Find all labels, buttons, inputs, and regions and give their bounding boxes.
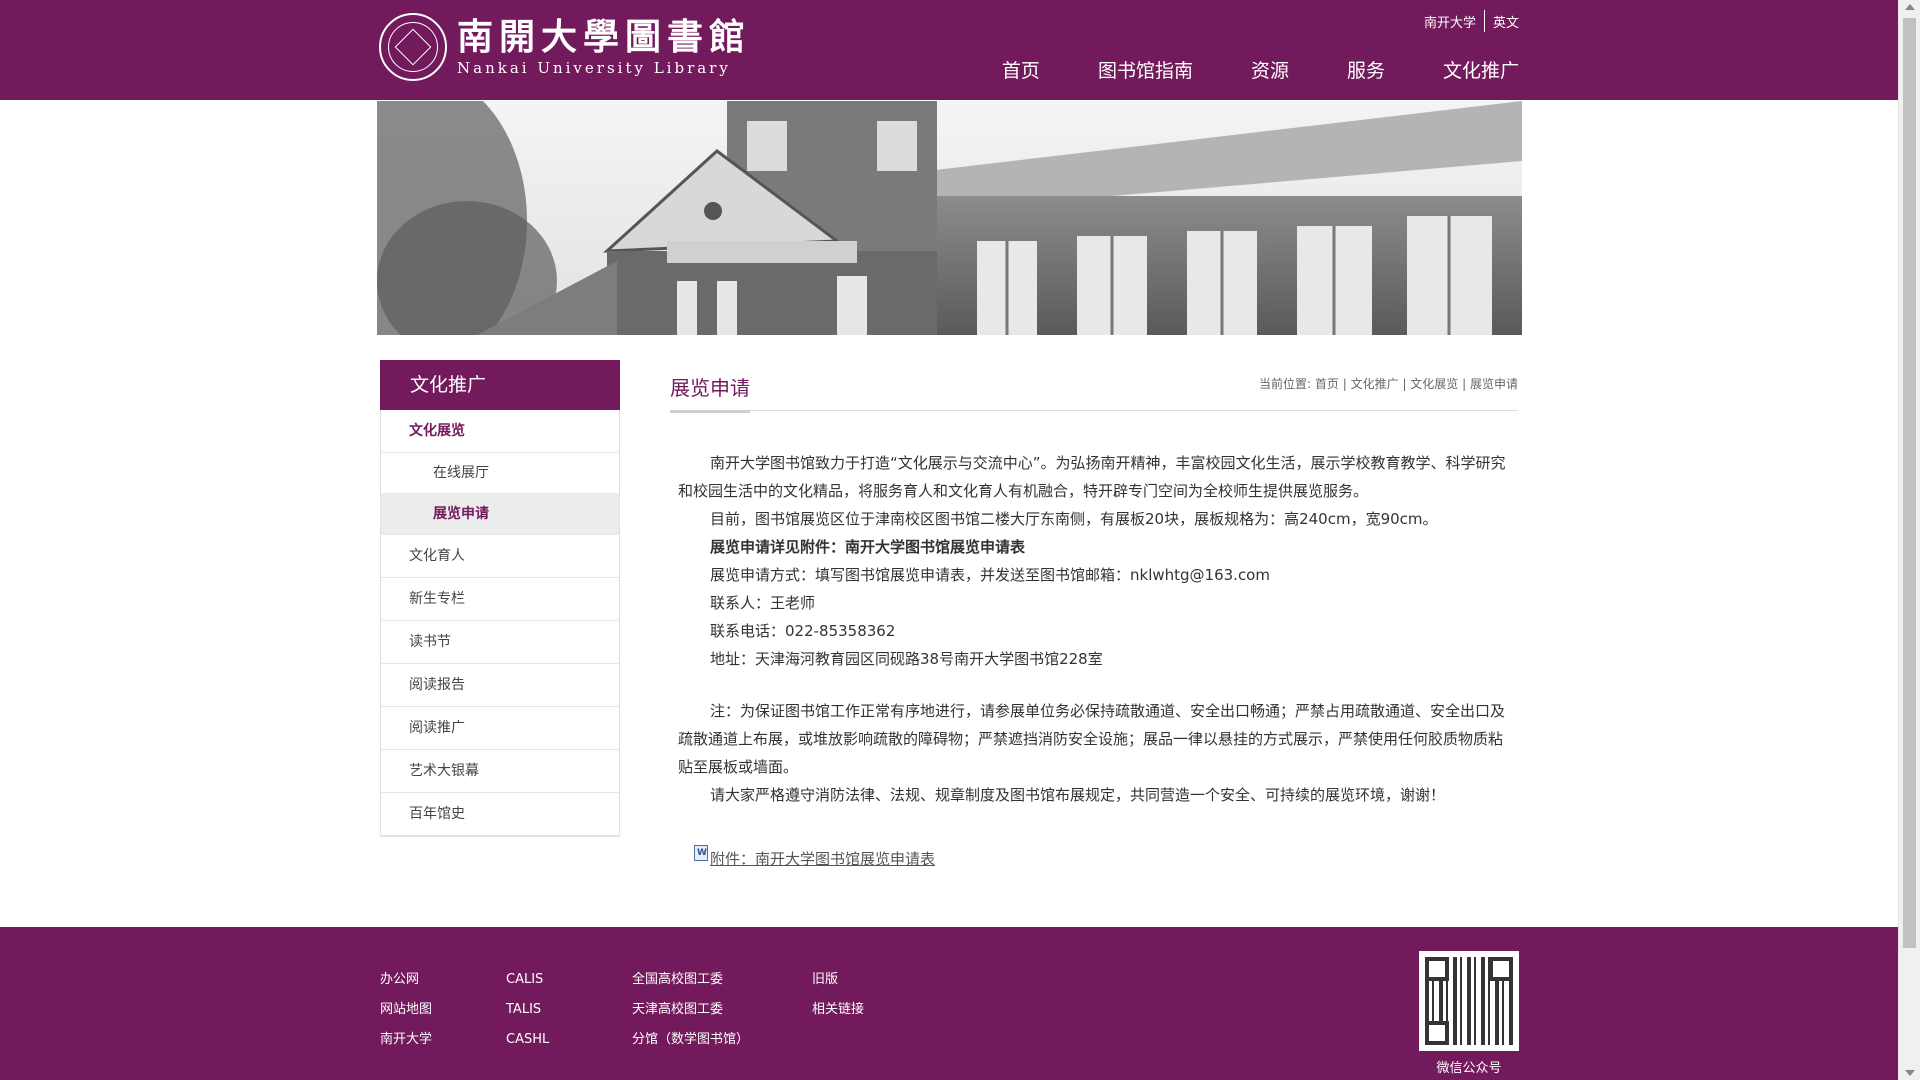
breadcrumb-current[interactable]: 展览申请 [1470,377,1518,391]
main-content: 展览申请 当前位置: 首页 | 文化推广 | 文化展览 | 展览申请 南开大学图… [670,360,1518,873]
breadcrumb-label: 当前位置: [1259,377,1312,391]
scroll-up-arrow-icon[interactable] [1905,4,1915,10]
paragraph-attachment-note: 展览申请详见附件：南开大学图书馆展览申请表 [710,538,1026,556]
page-scrollbar[interactable] [1898,0,1920,1080]
sidebar-item-reading-promotion[interactable]: 阅读推广 [381,707,619,750]
sidebar-item-reading-report[interactable]: 阅读报告 [381,664,619,707]
footer-link-nankai[interactable]: 南开大学 [380,1025,432,1055]
sidebar-sub-exhibition-application[interactable]: 展览申请 [381,494,619,535]
breadcrumb-exhibitions[interactable]: 文化展览 [1410,377,1458,391]
footer-column-2: CALIS TALIS CASHL [506,965,549,1055]
sidebar: 文化推广 文化展览 在线展厅 展览申请 文化育人 新生专栏 读书节 阅读报告 阅… [380,360,620,837]
nav-resources[interactable]: 资源 [1251,56,1289,83]
nav-services[interactable]: 服务 [1347,56,1385,83]
footer-link-old-version[interactable]: 旧版 [812,965,864,995]
attachment-link[interactable]: 附件：南开大学图书馆展览申请表 [710,845,935,873]
footer-link-related[interactable]: 相关链接 [812,995,864,1025]
sidebar-item-art-screen[interactable]: 艺术大银幕 [381,750,619,793]
paragraph-intro: 南开大学图书馆致力于打造“文化展示与交流中心”。为弘扬南开精神，丰富校园文化生活… [678,454,1506,500]
qr-caption: 微信公众号 [1436,1061,1502,1076]
breadcrumb: 当前位置: 首页 | 文化推广 | 文化展览 | 展览申请 [1259,377,1518,391]
scroll-down-arrow-icon[interactable] [1905,1070,1915,1076]
footer-link-talis[interactable]: TALIS [506,995,549,1025]
page-title: 展览申请 [670,372,750,413]
attachment: 附件：南开大学图书馆展览申请表 [694,845,1510,873]
sidebar-item-library-history[interactable]: 百年馆史 [381,793,619,836]
footer-link-math-library[interactable]: 分馆（数学图书馆） [632,1025,749,1055]
footer-column-3: 全国高校图工委 天津高校图工委 分馆（数学图书馆） [632,965,749,1055]
nankai-university-link[interactable]: 南开大学 [1424,12,1476,31]
historic-library-building-image [377,101,1522,335]
site-header: 南開大學圖書館 Nankai University Library 南开大学 英… [0,0,1899,100]
content-header: 展览申请 当前位置: 首页 | 文化推广 | 文化展览 | 展览申请 [670,360,1518,413]
footer-link-national-committee[interactable]: 全国高校图工委 [632,965,749,995]
wechat-qr-code-icon [1419,951,1519,1051]
breadcrumb-culture[interactable]: 文化推广 [1351,377,1399,391]
scroll-thumb[interactable] [1903,18,1916,948]
nav-library-guide[interactable]: 图书馆指南 [1098,56,1193,83]
logo-english-text: Nankai University Library [457,59,731,77]
top-links: 南开大学 英文 [1424,10,1519,32]
paragraph-address: 地址：天津海河教育园区同砚路38号南开大学图书馆228室 [710,650,1103,668]
university-seal-icon [379,13,447,81]
logo-chinese-text: 南開大學圖書館 [457,16,752,58]
footer-link-cashl[interactable]: CASHL [506,1025,549,1055]
site-footer: 办公网 网站地图 南开大学 CALIS TALIS CASHL 全国高校图工委 … [0,927,1899,1080]
sidebar-sub-online-hall[interactable]: 在线展厅 [381,453,619,494]
english-link[interactable]: 英文 [1493,12,1519,31]
paragraph-phone: 联系电话：022-85358362 [710,622,896,640]
sidebar-menu: 文化展览 在线展厅 展览申请 文化育人 新生专栏 读书节 阅读报告 阅读推广 艺… [380,410,620,837]
word-document-icon [694,845,708,861]
paragraph-application-method: 展览申请方式：填写图书馆展览申请表，并发送至图书馆邮箱：nklwhtg@163.… [710,566,1270,584]
footer-link-calis[interactable]: CALIS [506,965,549,995]
divider [1483,10,1485,32]
paragraph-closing: 请大家严格遵守消防法律、法规、规章制度及图书馆布展规定，共同营造一个安全、可持续… [710,786,1446,804]
sidebar-item-reading-festival[interactable]: 读书节 [381,621,619,664]
main-nav: 首页 图书馆指南 资源 服务 文化推广 [944,56,1519,83]
sidebar-title: 文化推广 [380,360,620,410]
sidebar-item-freshmen[interactable]: 新生专栏 [381,578,619,621]
footer-column-4: 旧版 相关链接 [812,965,864,1025]
footer-link-tianjin-committee[interactable]: 天津高校图工委 [632,995,749,1025]
banner-image [377,101,1522,335]
paragraph-contact-person: 联系人：王老师 [710,594,816,612]
nav-home[interactable]: 首页 [1002,56,1040,83]
paragraph-notice: 注：为保证图书馆工作正常有序地进行，请参展单位务必保持疏散通道、安全出口畅通；严… [678,702,1506,776]
site-logo[interactable]: 南開大學圖書館 Nankai University Library [379,13,751,81]
article-body: 南开大学图书馆致力于打造“文化展示与交流中心”。为弘扬南开精神，丰富校园文化生活… [670,411,1518,873]
sidebar-item-exhibitions[interactable]: 文化展览 [381,410,619,453]
nav-culture[interactable]: 文化推广 [1443,56,1519,83]
breadcrumb-home[interactable]: 首页 [1315,377,1339,391]
sidebar-item-cultural-education[interactable]: 文化育人 [381,535,619,578]
footer-link-office[interactable]: 办公网 [380,965,432,995]
footer-column-1: 办公网 网站地图 南开大学 [380,965,432,1055]
paragraph-location: 目前，图书馆展览区位于津南校区图书馆二楼大厅东南侧，有展板20块，展板规格为：高… [710,510,1438,528]
footer-link-sitemap[interactable]: 网站地图 [380,995,432,1025]
